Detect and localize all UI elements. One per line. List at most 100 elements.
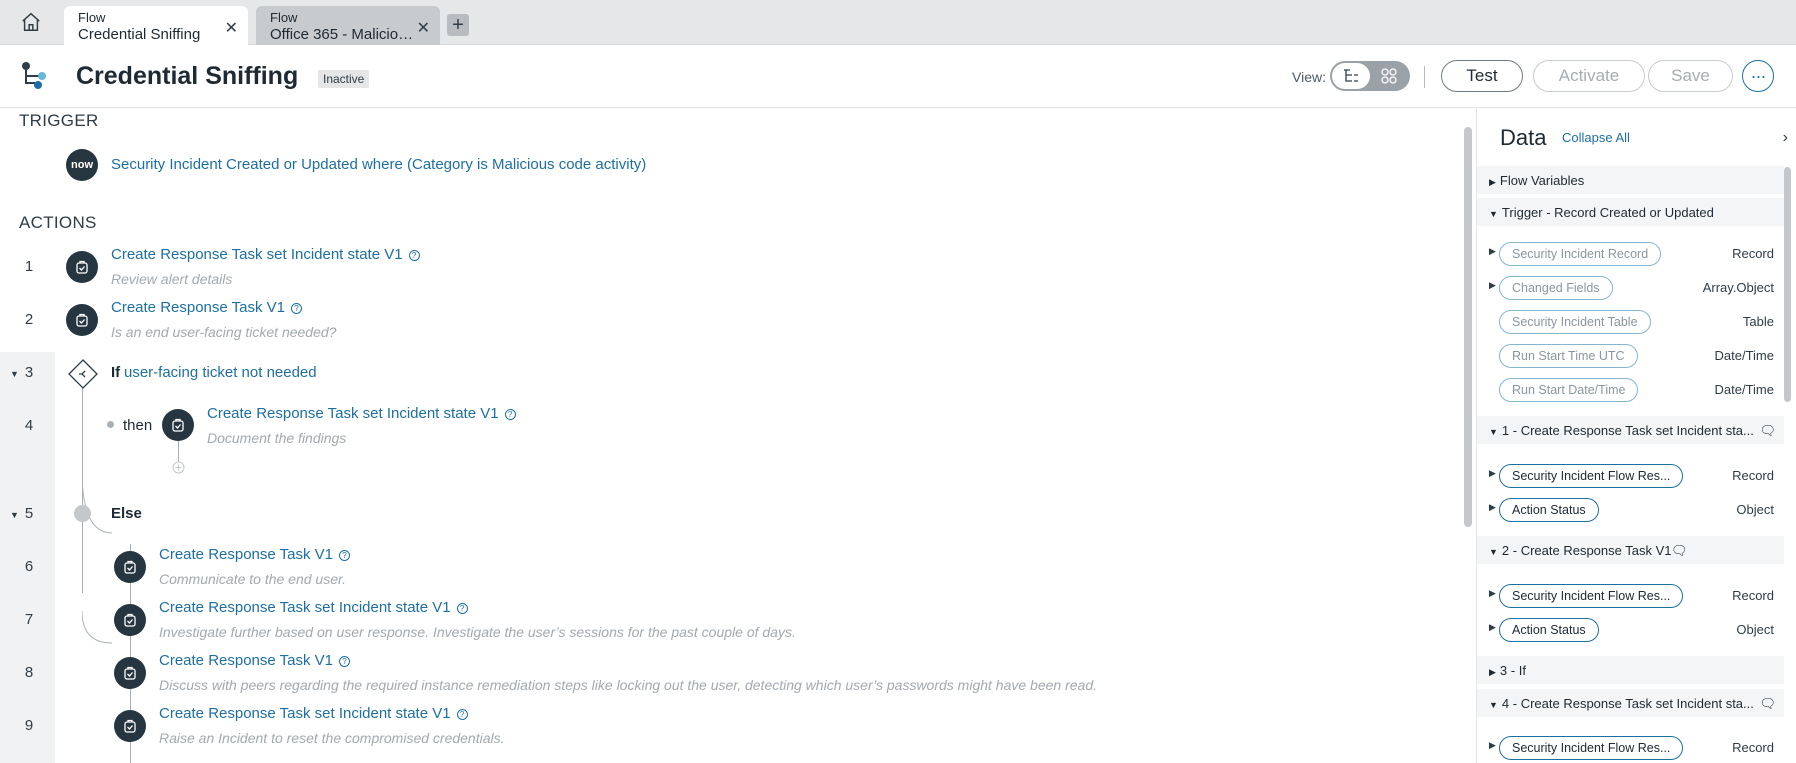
action-title: Create Response Task set Incident state … <box>111 246 403 263</box>
caret-right-icon[interactable]: ▶ <box>1489 622 1496 633</box>
caret-right-icon[interactable]: ▶ <box>1489 468 1496 479</box>
view-toggle[interactable] <box>1330 61 1410 91</box>
action-link[interactable]: Create Response Task set Incident state … <box>207 405 516 422</box>
data-pill[interactable]: Security Incident Record <box>1499 242 1662 266</box>
action-link[interactable]: Create Response Task set Incident state … <box>111 246 420 263</box>
tree-view-option[interactable] <box>1332 63 1370 89</box>
row-number: 1 <box>24 258 34 275</box>
servicenow-badge[interactable]: now <box>66 149 98 181</box>
action-annotation: Raise an Incident to reset the compromis… <box>159 730 505 746</box>
if-condition-link[interactable]: user-facing ticket not needed <box>124 364 317 381</box>
help-icon[interactable]: ? <box>339 549 350 561</box>
ellipsis-icon: ··· <box>1750 65 1767 86</box>
action-node[interactable] <box>162 409 194 441</box>
else-node[interactable] <box>74 505 91 522</box>
close-icon[interactable]: ✕ <box>417 18 430 38</box>
action-link[interactable]: Create Response Task V1? <box>111 299 302 316</box>
data-pill-row: Run Start Time UTC Date/Time <box>1477 340 1784 370</box>
caret-right-icon[interactable]: ▶ <box>1489 502 1496 513</box>
tab-kind: Flow <box>78 10 106 25</box>
action-node[interactable] <box>114 657 146 689</box>
activate-button[interactable]: Activate <box>1533 60 1645 92</box>
panel-scrollbar[interactable] <box>1784 167 1791 402</box>
data-pill[interactable]: Security Incident Flow Res... <box>1499 736 1684 760</box>
action-node[interactable] <box>114 551 146 583</box>
action-node[interactable] <box>66 304 98 336</box>
action-annotation: Review alert details <box>111 271 233 287</box>
task-icon <box>76 260 88 274</box>
data-pill[interactable]: Run Start Date/Time <box>1499 378 1639 402</box>
action-node[interactable] <box>66 251 98 283</box>
comment-icon[interactable]: 🗨 <box>1759 696 1776 712</box>
group-flow-variables[interactable]: ▶ Flow Variables <box>1477 166 1784 194</box>
diagram-view-option[interactable] <box>1374 63 1404 89</box>
collapse-all-link[interactable]: Collapse All <box>1562 130 1630 145</box>
add-step-icon[interactable] <box>172 461 185 474</box>
save-button[interactable]: Save <box>1648 60 1733 92</box>
tab-kind: Flow <box>270 10 298 25</box>
action-node[interactable] <box>114 604 146 636</box>
connector-dot <box>107 421 114 428</box>
comment-icon[interactable]: 🗨 <box>1671 543 1688 559</box>
caret-right-icon[interactable]: ▶ <box>1489 280 1496 291</box>
close-icon[interactable]: ✕ <box>225 18 238 38</box>
tab-credential-sniffing[interactable]: Flow Credential Sniffing ✕ <box>64 6 248 45</box>
caret-right-icon[interactable]: ▶ <box>1489 588 1496 599</box>
comment-icon[interactable]: 🗨 <box>1759 423 1776 439</box>
action-title: Create Response Task V1 <box>111 299 285 316</box>
test-button[interactable]: Test <box>1441 60 1523 92</box>
data-pill-row: ▶ Action Status Object <box>1477 614 1784 644</box>
group-step-4[interactable]: ▼ 4 - Create Response Task set Incident s… <box>1477 689 1784 717</box>
action-title: Create Response Task V1 <box>159 652 333 669</box>
action-annotation: Discuss with peers regarding the require… <box>159 677 1097 693</box>
data-pill[interactable]: Security Incident Table <box>1499 310 1651 334</box>
group-step-1[interactable]: ▼ 1 - Create Response Task set Incident s… <box>1477 416 1784 444</box>
data-pill[interactable]: Action Status <box>1499 498 1599 522</box>
tree-view-icon <box>1344 69 1358 82</box>
add-tab-button[interactable]: + <box>447 14 469 36</box>
caret-right-icon[interactable]: ▶ <box>1489 246 1496 257</box>
data-pill[interactable]: Security Incident Flow Res... <box>1499 464 1684 488</box>
home-icon <box>22 12 40 31</box>
data-pill[interactable]: Security Incident Flow Res... <box>1499 584 1684 608</box>
pill-type: Date/Time <box>1714 382 1774 397</box>
pill-type: Record <box>1732 588 1774 603</box>
data-pill-row: ▶ Security Incident Flow Res... Record <box>1477 460 1784 490</box>
tab-office-365[interactable]: Flow Office 365 - Malicious code activit… <box>256 6 440 45</box>
if-branch-icon[interactable] <box>68 359 98 389</box>
help-icon[interactable]: ? <box>408 249 420 261</box>
group-step-3[interactable]: ▶ 3 - If <box>1477 656 1784 684</box>
data-panel: Data Collapse All › ▶ Flow Variables ▼ Tri… <box>1477 109 1796 763</box>
action-link[interactable]: Create Response Task V1? <box>159 652 350 669</box>
action-link[interactable]: Create Response Task set Incident state … <box>159 705 468 722</box>
action-node[interactable] <box>114 710 146 742</box>
pill-type: Object <box>1736 502 1774 517</box>
data-pill[interactable]: Changed Fields <box>1499 276 1613 300</box>
help-icon[interactable]: ? <box>456 708 468 720</box>
data-pill[interactable]: Run Start Time UTC <box>1499 344 1638 368</box>
pill-type: Record <box>1732 740 1774 755</box>
help-icon[interactable]: ? <box>291 302 302 314</box>
more-options-button[interactable]: ··· <box>1742 60 1774 92</box>
trigger-link[interactable]: Security Incident Created or Updated whe… <box>111 156 646 173</box>
action-title: Create Response Task V1 <box>159 546 333 563</box>
data-pill[interactable]: Action Status <box>1499 618 1599 642</box>
flow-header: Credential Sniffing Inactive View: Test … <box>0 45 1796 108</box>
help-icon[interactable]: ? <box>504 408 516 420</box>
group-trigger[interactable]: ▼ Trigger - Record Created or Updated <box>1477 198 1784 226</box>
action-link[interactable]: Create Response Task set Incident state … <box>159 599 468 616</box>
plus-icon: + <box>452 13 464 36</box>
group-label: Trigger - Record Created or Updated <box>1501 205 1714 220</box>
canvas-scrollbar[interactable] <box>1464 127 1472 527</box>
group-step-2[interactable]: ▼ 2 - Create Response Task V1 🗨 <box>1477 536 1784 564</box>
help-icon[interactable]: ? <box>339 655 350 667</box>
caret-right-icon[interactable]: ▶ <box>1489 740 1496 751</box>
action-annotation: Investigate further based on user respon… <box>159 624 796 640</box>
task-icon <box>76 313 88 327</box>
data-pill-row: ▶ Security Incident Record Record <box>1477 238 1784 268</box>
task-icon <box>124 666 136 680</box>
help-icon[interactable]: ? <box>456 602 468 614</box>
action-link[interactable]: Create Response Task V1? <box>159 546 350 563</box>
chevron-right-icon[interactable]: › <box>1783 129 1788 147</box>
home-button[interactable] <box>8 2 54 42</box>
